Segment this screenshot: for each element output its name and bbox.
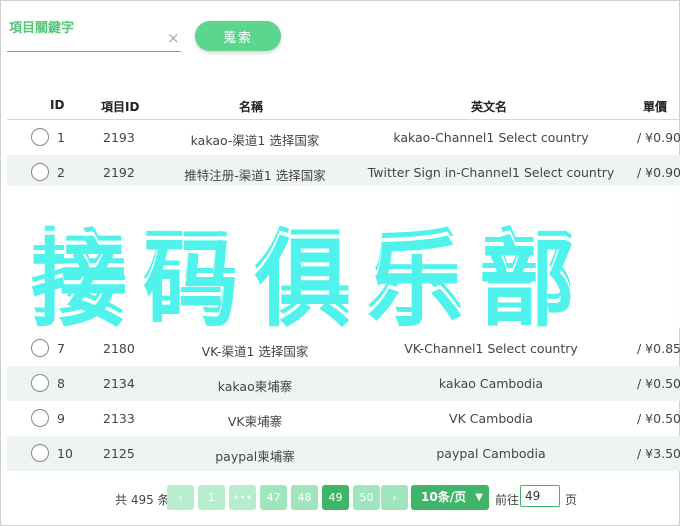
row-english-name: kakao Cambodia	[438, 376, 544, 391]
page-button[interactable]: 48	[291, 485, 318, 510]
page-size-label: 10条/页	[421, 490, 467, 504]
pagination: 共 495 条 ‹ 1 ••• 47 48 49 50 › 10条/页 ▼ 前往…	[1, 485, 680, 511]
row-name: paypal柬埔寨	[215, 449, 295, 464]
row-id: 1	[57, 130, 65, 145]
header-english-name: 英文名	[471, 100, 508, 114]
header-id: ID	[50, 98, 65, 112]
row-price: / ¥0.50	[637, 411, 680, 426]
row-english-name: kakao-Channel1 Select country	[393, 130, 589, 145]
clear-icon[interactable]: ×	[167, 29, 180, 47]
more-pages-icon[interactable]: •••	[229, 485, 256, 510]
row-price: / ¥0.85	[637, 341, 680, 356]
header-price: 單價	[643, 100, 668, 114]
header-project-id: 項目ID	[101, 100, 140, 114]
search-label: 項目關鍵字	[9, 21, 75, 36]
total-count: 共 495 条	[115, 493, 170, 507]
row-radio[interactable]	[31, 409, 49, 427]
row-project-id: 2134	[103, 376, 135, 391]
table-row[interactable]: 2 2192 推特注册-渠道1 选择国家 Twitter Sign in-Cha…	[7, 155, 680, 190]
goto-suffix: 页	[565, 493, 578, 507]
page-button[interactable]: 1	[198, 485, 225, 510]
row-radio[interactable]	[31, 444, 49, 462]
prev-page-button[interactable]: ‹	[167, 485, 194, 510]
row-name: VK柬埔寨	[227, 414, 283, 429]
watermark-banner: 接码俱乐部	[1, 186, 680, 340]
chevron-down-icon: ▼	[475, 492, 483, 503]
table-row[interactable]: 9 2133 VK柬埔寨 VK Cambodia / ¥0.50	[7, 401, 680, 436]
table-row[interactable]: 8 2134 kakao柬埔寨 kakao Cambodia / ¥0.50	[7, 366, 680, 401]
next-page-button[interactable]: ›	[381, 485, 408, 510]
row-name: kakao-渠道1 选择国家	[190, 133, 320, 148]
row-name: 推特注册-渠道1 选择国家	[184, 168, 326, 183]
row-price: / ¥3.50	[637, 446, 680, 461]
row-english-name: Twitter Sign in-Channel1 Select country	[367, 165, 615, 180]
row-radio[interactable]	[31, 374, 49, 392]
row-id: 10	[57, 446, 73, 461]
table-row[interactable]: 10 2125 paypal柬埔寨 paypal Cambodia / ¥3.5…	[7, 436, 680, 471]
goto-page-input[interactable]	[520, 485, 560, 507]
row-project-id: 2125	[103, 446, 135, 461]
search-input[interactable]	[7, 51, 181, 52]
row-project-id: 2192	[103, 165, 135, 180]
search-button[interactable]: 蒐索	[195, 21, 281, 51]
row-price: / ¥0.50	[637, 376, 680, 391]
watermark-text: 接码俱乐部	[31, 228, 591, 340]
row-project-id: 2193	[103, 130, 135, 145]
row-name: kakao柬埔寨	[217, 379, 293, 394]
row-radio[interactable]	[31, 163, 49, 181]
page-size-select[interactable]: 10条/页 ▼	[411, 485, 489, 510]
row-price: / ¥0.90	[637, 130, 680, 145]
row-english-name: VK Cambodia	[449, 411, 533, 426]
page-button[interactable]: 47	[260, 485, 287, 510]
row-id: 8	[57, 376, 65, 391]
page-button[interactable]: 50	[353, 485, 380, 510]
table-row[interactable]: 1 2193 kakao-渠道1 选择国家 kakao-Channel1 Sel…	[7, 120, 680, 155]
goto-label: 前往	[495, 493, 520, 507]
row-id: 9	[57, 411, 65, 426]
table-header: ID 項目ID 名稱 英文名 單價	[7, 91, 680, 120]
row-project-id: 2133	[103, 411, 135, 426]
row-id: 2	[57, 165, 65, 180]
header-name: 名稱	[239, 100, 264, 114]
page-button-active[interactable]: 49	[322, 485, 349, 510]
row-english-name: paypal Cambodia	[436, 446, 546, 461]
row-price: / ¥0.90	[637, 165, 680, 180]
row-radio[interactable]	[31, 128, 49, 146]
